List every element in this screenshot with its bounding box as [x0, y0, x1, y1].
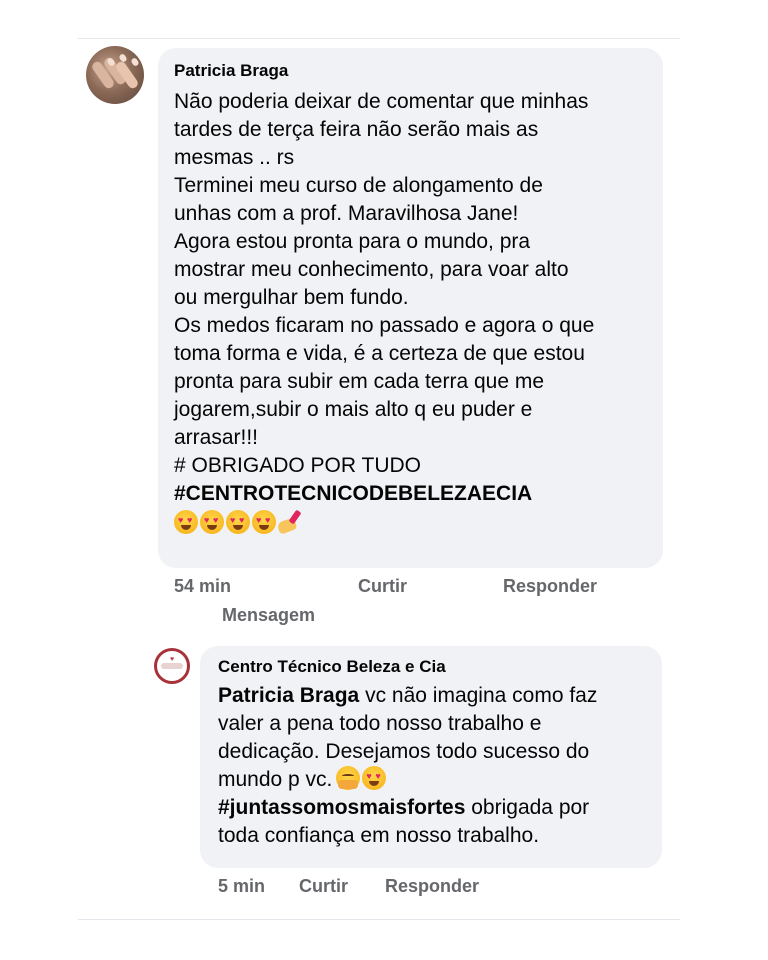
comment-line: unhas com a prof. Maravilhosa Jane! [174, 202, 519, 225]
comment-line: Agora estou pronta para o mundo, pra [174, 230, 531, 253]
comment-line: Terminei meu curso de alongamento de [174, 174, 543, 197]
reply-time[interactable]: 5 min [218, 876, 265, 897]
comment-line: arrasar!!! [174, 426, 259, 449]
comment-emoji-row: ♥ ♥ ♥ ♥ ♥ ♥ ♥ ♥ [174, 509, 649, 535]
comment-author[interactable]: Patricia Braga [174, 60, 649, 82]
reply-line: vc não imagina como faz [359, 684, 598, 707]
logo-heart-icon: ♥ [170, 656, 175, 663]
centro-tecnico-avatar[interactable]: ♥ [154, 648, 190, 684]
comment-line: mesmas .. rs [174, 146, 295, 169]
nail-polish-icon [276, 509, 302, 535]
reply-hashtag[interactable]: #juntassomosmaisfortes [218, 796, 465, 819]
comment-message-button[interactable]: Mensagem [222, 605, 315, 626]
bottom-divider [78, 919, 680, 920]
comment-line: pronta para subir em cada terra que me [174, 370, 545, 393]
heart-eyes-icon: ♥ ♥ [362, 766, 387, 790]
heart-eyes-icon: ♥ ♥ [226, 510, 250, 534]
heart-eyes-icon: ♥ ♥ [200, 510, 224, 534]
reply-line: toda confiança em nosso trabalho. [218, 824, 540, 847]
comment-text: Não poderia deixar de comentar que minha… [174, 88, 649, 535]
reply-line: valer a pena todo nosso trabalho e [218, 712, 542, 735]
reply-line: dedicação. Desejamos todo sucesso do [218, 740, 590, 763]
top-divider [78, 38, 680, 39]
comment-line: Não poderia deixar de comentar que minha… [174, 90, 589, 113]
comment-line: Os medos ficaram no passado e agora o qu… [174, 314, 595, 337]
reply-line: mundo p vc. [218, 768, 333, 791]
heart-eyes-icon: ♥ ♥ [174, 510, 198, 534]
comment-line: toma forma e vida, é a certeza de que es… [174, 342, 585, 365]
hugging-face-icon [336, 766, 361, 790]
heart-eyes-icon: ♥ ♥ [252, 510, 276, 534]
comment-time[interactable]: 54 min [174, 576, 231, 597]
nail-shape [130, 57, 140, 67]
reply-text: Patricia Braga vc não imagina como faz v… [218, 682, 648, 850]
logo-shape [161, 663, 183, 669]
comment-bubble: Patricia Braga Não poderia deixar de com… [158, 48, 663, 568]
comment-line: ou mergulhar bem fundo. [174, 286, 409, 309]
reply-line: obrigada por [465, 796, 590, 819]
reply-like-button[interactable]: Curtir [299, 876, 348, 897]
patricia-avatar[interactable] [86, 46, 144, 104]
reply-reply-button[interactable]: Responder [385, 876, 479, 897]
reply-mention[interactable]: Patricia Braga [218, 684, 359, 707]
comment-line: mostrar meu conhecimento, para voar alto [174, 258, 569, 281]
comment-reply-button[interactable]: Responder [503, 576, 597, 597]
comment-like-button[interactable]: Curtir [358, 576, 407, 597]
reply-author[interactable]: Centro Técnico Beleza e Cia [218, 656, 648, 678]
comment-line: # OBRIGADO POR TUDO [174, 454, 421, 477]
reply-emoji-group: ♥ ♥ [336, 766, 387, 790]
comment-line: tardes de terça feira não serão mais as [174, 118, 539, 141]
comment-hashtag[interactable]: #CENTROTECNICODEBELEZAECIA [174, 482, 532, 505]
comment-line: jogarem,subir o mais alto q eu puder e [174, 398, 533, 421]
reply-bubble: Centro Técnico Beleza e Cia Patricia Bra… [200, 646, 662, 868]
